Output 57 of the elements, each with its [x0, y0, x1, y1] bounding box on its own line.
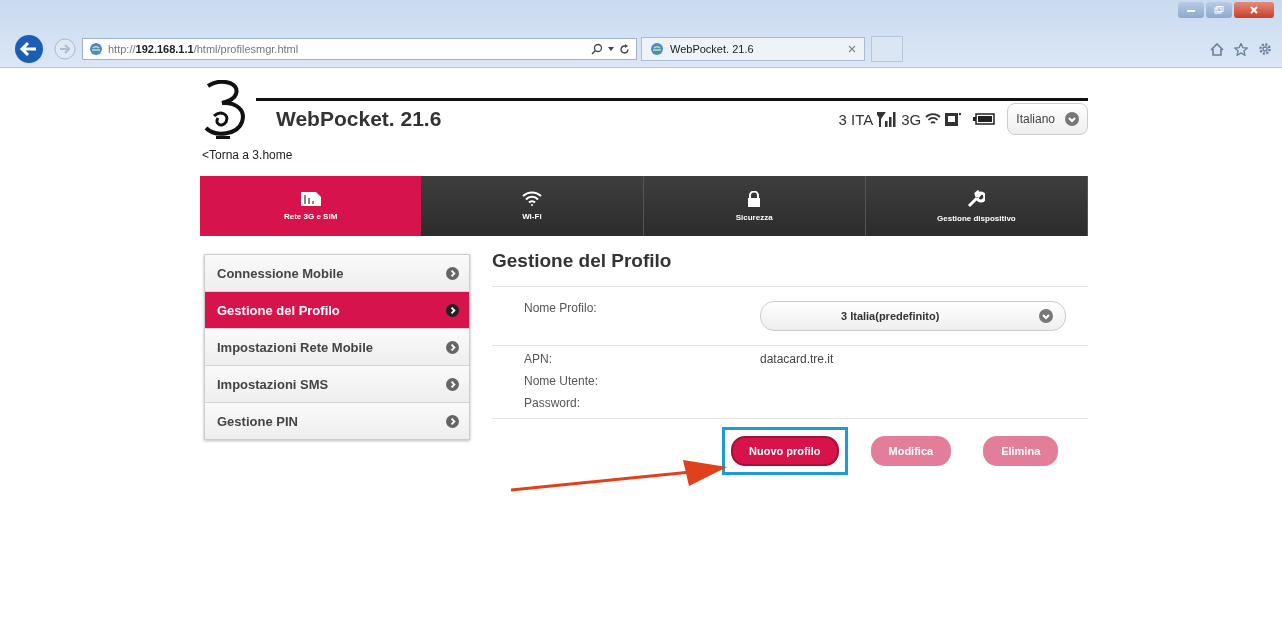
close-icon [1249, 6, 1259, 14]
settings-icon[interactable] [1258, 42, 1272, 56]
language-dropdown[interactable]: Italiano [1007, 103, 1088, 135]
address-bar[interactable]: http://192.168.1.1/html/profilesmgr.html [82, 38, 637, 60]
field-label: Password: [524, 396, 582, 410]
sidebar-item[interactable]: Impostazioni SMS [205, 366, 469, 403]
battery-icon [973, 113, 996, 125]
product-title: WebPocket. 21.6 [276, 107, 442, 131]
back-link[interactable]: <Torna a 3.home [202, 148, 1088, 162]
nav-tab[interactable]: Gestione dispositivo [865, 176, 1088, 236]
url-text: http://192.168.1.1/html/profilesmgr.html [108, 43, 299, 55]
wrench-icon [967, 189, 986, 208]
nav-tab[interactable]: Sicurezza [643, 176, 866, 236]
close-button[interactable] [1234, 2, 1274, 18]
profile-dropdown[interactable]: 3 Italia(predefinito) [760, 301, 1066, 331]
device-icon [945, 112, 962, 126]
wifi-icon [925, 112, 942, 126]
chevron-right-icon [446, 266, 459, 280]
signal-strength-icon [877, 111, 898, 127]
wifi-icon [521, 191, 542, 206]
dropdown-caret-icon[interactable] [608, 47, 614, 51]
chevron-right-icon [446, 303, 459, 317]
chevron-right-icon [446, 414, 459, 428]
browser-logo-icon [89, 42, 103, 56]
sim-card-icon [300, 191, 321, 206]
field-label: Nome Profilo: [524, 301, 598, 315]
network-type: 3G [901, 110, 922, 128]
action-button[interactable]: Nuovo profilo [731, 436, 839, 466]
chevron-right-icon [446, 377, 459, 391]
chevron-down-icon [1039, 309, 1053, 323]
nav-tab[interactable]: Wi-Fi [421, 176, 644, 236]
restore-icon [1214, 6, 1224, 14]
sidebar-item[interactable]: Gestione del Profilo [205, 292, 469, 329]
restore-button[interactable] [1206, 2, 1232, 18]
chevron-down-icon [1065, 112, 1079, 126]
minimize-button[interactable] [1178, 2, 1204, 18]
star-icon[interactable] [1234, 42, 1248, 56]
browser-logo-icon [650, 42, 664, 56]
tab-title: WebPocket. 21.6 [670, 43, 754, 55]
field-label: APN: [524, 352, 553, 366]
sidebar-item[interactable]: Gestione PIN [205, 403, 469, 439]
sidebar-item[interactable]: Connessione Mobile [205, 255, 469, 292]
section-title: Gestione del Profilo [492, 250, 1088, 287]
lock-icon [747, 190, 762, 207]
home-icon[interactable] [1210, 42, 1224, 56]
nav-tab[interactable]: Rete 3G e SIM [200, 176, 422, 236]
field-value: datacard.tre.it [760, 352, 834, 366]
sidebar-item[interactable]: Impostazioni Rete Mobile [205, 329, 469, 366]
back-icon[interactable] [14, 34, 44, 64]
browser-tab[interactable]: WebPocket. 21.6 [641, 37, 865, 61]
refresh-icon[interactable] [619, 43, 630, 55]
operator-name: 3 ITA [838, 110, 874, 128]
chevron-right-icon [446, 340, 459, 354]
minimize-icon [1186, 7, 1196, 13]
search-icon[interactable] [591, 43, 603, 55]
close-icon[interactable] [848, 45, 856, 53]
field-label: Nome Utente: [524, 374, 600, 388]
